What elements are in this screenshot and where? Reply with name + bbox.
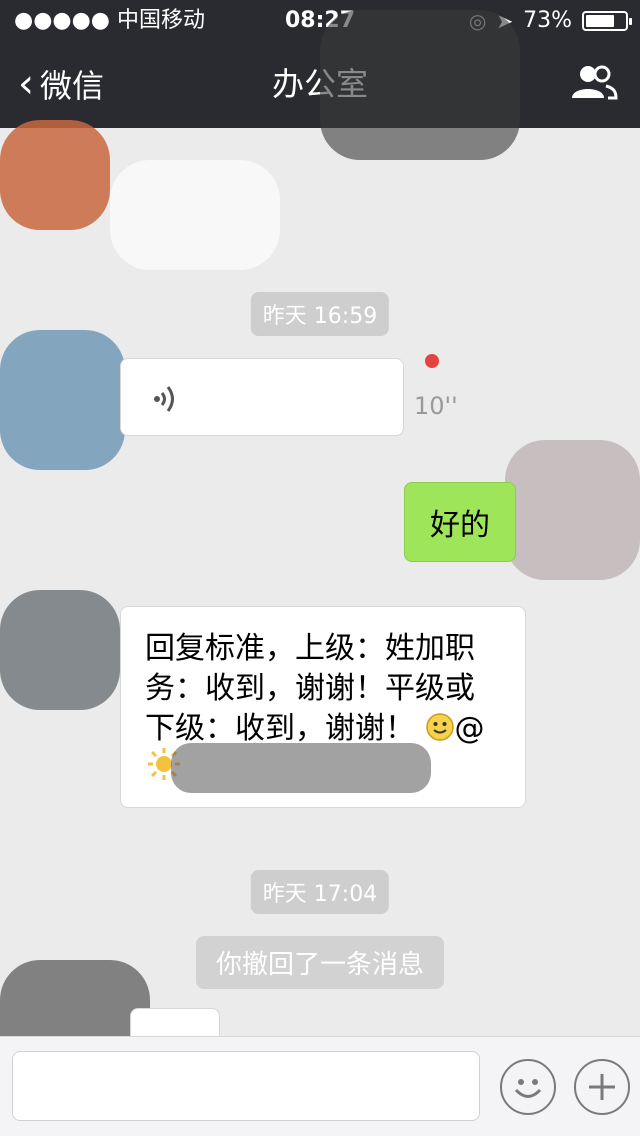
redaction (110, 160, 280, 270)
chevron-left-icon: ‹ (18, 61, 34, 107)
smile-emoji-icon (425, 713, 454, 741)
recall-notice: 你撤回了一条消息 (195, 936, 445, 989)
redaction (320, 10, 520, 160)
unread-dot (425, 354, 439, 368)
mention-symbol: @ (454, 711, 485, 746)
redaction (0, 120, 110, 230)
battery-percent: 73% (523, 8, 572, 33)
voice-duration: 10'' (414, 392, 458, 420)
battery-icon (582, 11, 632, 31)
input-bar (0, 1036, 640, 1136)
emoji-button[interactable] (500, 1059, 556, 1115)
my-message-bubble[interactable]: 好的 (404, 482, 516, 562)
redaction (505, 440, 640, 580)
sound-wave-icon (154, 386, 174, 412)
timestamp: 昨天 16:59 (250, 292, 390, 336)
message-input[interactable] (12, 1051, 480, 1121)
plus-icon (589, 1074, 615, 1100)
plus-button[interactable] (574, 1059, 630, 1115)
text-message-bubble[interactable]: 回复标准，上级：姓加职务：收到，谢谢！平级或下级：收到，谢谢！ @ (120, 606, 526, 808)
redaction (171, 743, 431, 793)
redaction (0, 330, 125, 470)
back-label: 微信 (40, 67, 105, 105)
redaction (0, 590, 120, 710)
people-icon[interactable] (570, 62, 618, 102)
back-button[interactable]: ‹ 微信 (18, 62, 104, 106)
wechat-chat-screen: ●●●●● 中国移动 08:27 ◎ ➤ 73% 办公室 ‹ 微信 昨天 16:… (0, 0, 640, 1136)
voice-message-bubble[interactable] (120, 358, 404, 436)
smile-icon (514, 1079, 542, 1098)
timestamp: 昨天 17:04 (250, 870, 390, 914)
message-text: 回复标准，上级：姓加职务：收到，谢谢！平级或下级：收到，谢谢！ @ (145, 629, 503, 749)
